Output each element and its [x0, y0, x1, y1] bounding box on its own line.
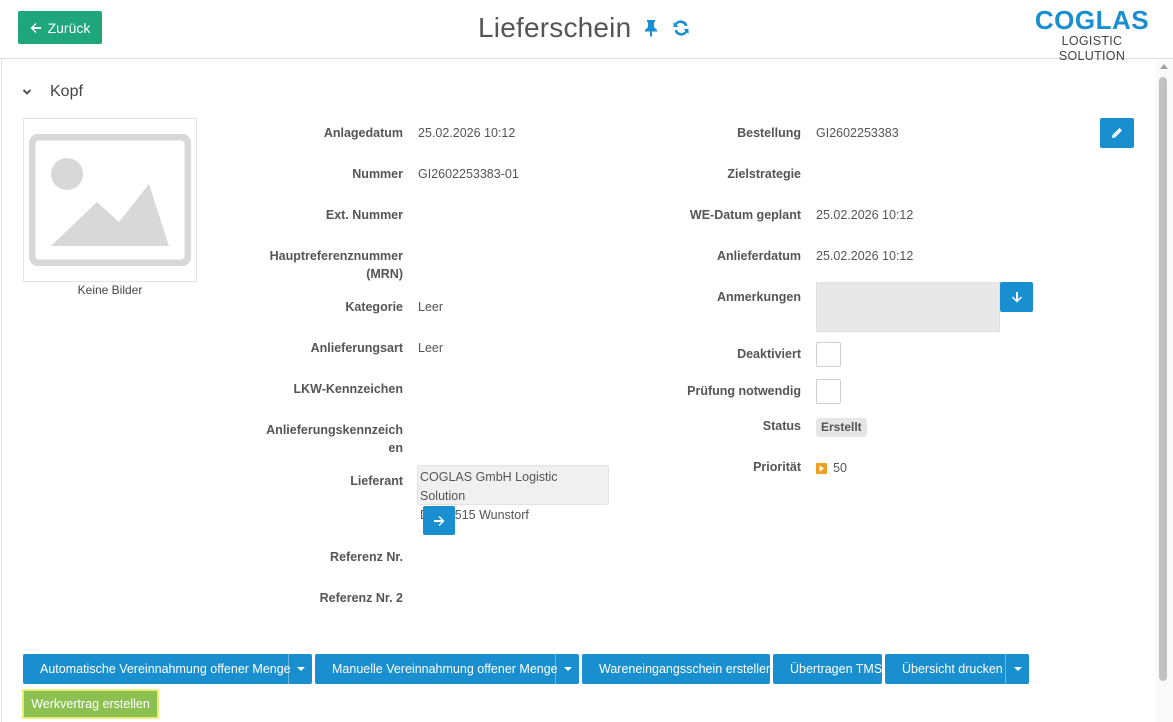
priority-display: 50 [816, 459, 847, 477]
scrollbar[interactable] [1156, 60, 1173, 722]
print-overview-label: Übersicht drucken [902, 662, 1003, 676]
supplier-line1: COGLAS GmbH Logistic Solution [420, 470, 558, 503]
auto-receipt-label: Automatische Vereinnahmung offener Menge [40, 662, 291, 676]
label-anlieferungskennzeichen-line1: Anlieferungskennzeich [266, 423, 403, 437]
label-zielstrategie: Zielstrategie [727, 167, 801, 181]
manual-receipt-dropdown[interactable] [555, 654, 579, 684]
label-ext-nummer: Ext. Nummer [325, 208, 403, 222]
auto-receipt-button[interactable]: Automatische Vereinnahmung offener Menge [23, 654, 312, 684]
image-preview[interactable] [23, 118, 197, 282]
scroll-up-arrow[interactable] [1160, 64, 1168, 69]
logo-brand: COGLAS [1034, 5, 1150, 35]
label-prioritaet: Priorität [753, 460, 801, 474]
back-button[interactable]: Zurück [18, 11, 102, 44]
value-anlagedatum: 25.02.2026 10:12 [418, 126, 516, 140]
print-overview-dropdown[interactable] [1005, 654, 1029, 684]
label-anmerkungen: Anmerkungen [716, 290, 801, 304]
label-deaktiviert: Deaktiviert [737, 347, 801, 361]
label-anlieferdatum: Anlieferdatum [716, 249, 801, 263]
transfer-tms-button[interactable]: Übertragen TMS [773, 654, 882, 684]
label-anlagedatum: Anlagedatum [323, 126, 403, 140]
page-title-group: Lieferschein [478, 10, 691, 46]
value-we-datum: 25.02.2026 10:12 [816, 208, 914, 222]
section-toggle-kopf[interactable]: Kopf [22, 82, 83, 102]
chevron-down-icon [22, 89, 32, 95]
pencil-icon [1112, 128, 1122, 138]
label-bestellung: Bestellung [737, 126, 801, 140]
back-button-label: Zurück [47, 19, 91, 36]
label-pruefung: Prüfung notwendig [687, 384, 801, 398]
value-kategorie: Leer [418, 300, 444, 314]
label-hauptreferenz-line2: (MRN) [366, 267, 403, 281]
caret-down-icon [563, 667, 572, 671]
label-lieferant: Lieferant [350, 474, 403, 488]
transfer-tms-label: Übertragen TMS [790, 662, 883, 676]
deaktiviert-checkbox[interactable] [816, 342, 841, 367]
label-status: Status [762, 419, 801, 433]
pruefung-checkbox[interactable] [816, 379, 841, 404]
image-placeholder-icon [29, 134, 191, 266]
notes-field[interactable] [816, 282, 1000, 332]
label-referenz-2: Referenz Nr. 2 [319, 591, 403, 605]
auto-receipt-dropdown[interactable] [288, 654, 312, 684]
refresh-icon[interactable] [671, 17, 691, 39]
logo-subtitle: LOGISTIC SOLUTION [1058, 34, 1126, 63]
label-hauptreferenz: Hauptreferenznummer (MRN) [230, 247, 403, 283]
label-lkw-kennzeichen: LKW-Kennzeichen [293, 382, 403, 396]
label-nummer: Nummer [352, 167, 403, 181]
logo: COGLAS LOGISTIC SOLUTION [1030, 5, 1154, 63]
value-bestellung: GI2602253383 [816, 126, 899, 140]
label-anlieferungsart: Anlieferungsart [310, 341, 403, 355]
goods-receipt-slip-button[interactable]: Wareneingangsschein erstellen [582, 654, 773, 684]
caret-down-icon [1013, 667, 1022, 671]
label-referenz: Referenz Nr. [330, 550, 403, 564]
open-supplier-button[interactable] [423, 506, 455, 535]
label-we-datum: WE-Datum geplant [689, 208, 801, 222]
priority-icon [816, 462, 827, 474]
value-nummer: GI2602253383-01 [418, 167, 519, 181]
arrow-down-icon [1011, 292, 1022, 303]
edit-button[interactable] [1100, 118, 1134, 148]
pin-icon[interactable] [641, 17, 661, 39]
work-contract-button[interactable]: Werkvertrag erstellen [22, 689, 159, 719]
manual-receipt-button[interactable]: Manuelle Vereinnahmung offener Menge [315, 654, 579, 684]
image-caption: Keine Bilder [77, 283, 143, 297]
caret-down-icon [296, 667, 305, 671]
page-title: Lieferschein [478, 12, 632, 43]
value-anlieferdatum: 25.02.2026 10:12 [816, 249, 914, 263]
priority-value: 50 [833, 461, 847, 475]
expand-notes-button[interactable] [1000, 282, 1033, 312]
manual-receipt-label: Manuelle Vereinnahmung offener Menge [332, 662, 558, 676]
supplier-box: COGLAS GmbH Logistic Solution DE 31515 W… [417, 465, 609, 522]
print-overview-button[interactable]: Übersicht drucken [885, 654, 1029, 684]
label-kategorie: Kategorie [345, 300, 403, 314]
arrow-left-icon [30, 22, 41, 33]
label-hauptreferenz-line1: Hauptreferenznummer [269, 249, 403, 263]
value-anlieferungsart: Leer [418, 341, 444, 355]
arrow-right-icon [434, 515, 445, 526]
top-bar: Zurück Lieferschein COGLAS LOGISTIC SOLU… [0, 0, 1173, 63]
section-title: Kopf [50, 83, 83, 100]
frame-border [1, 59, 2, 722]
label-anlieferungskennzeichen: Anlieferungskennzeich en [230, 421, 403, 457]
goods-receipt-slip-label: Wareneingangsschein erstellen [599, 662, 773, 676]
label-anlieferungskennzeichen-line2: en [388, 441, 403, 455]
status-badge: Erstellt [816, 418, 867, 437]
scroll-thumb[interactable] [1159, 77, 1167, 681]
